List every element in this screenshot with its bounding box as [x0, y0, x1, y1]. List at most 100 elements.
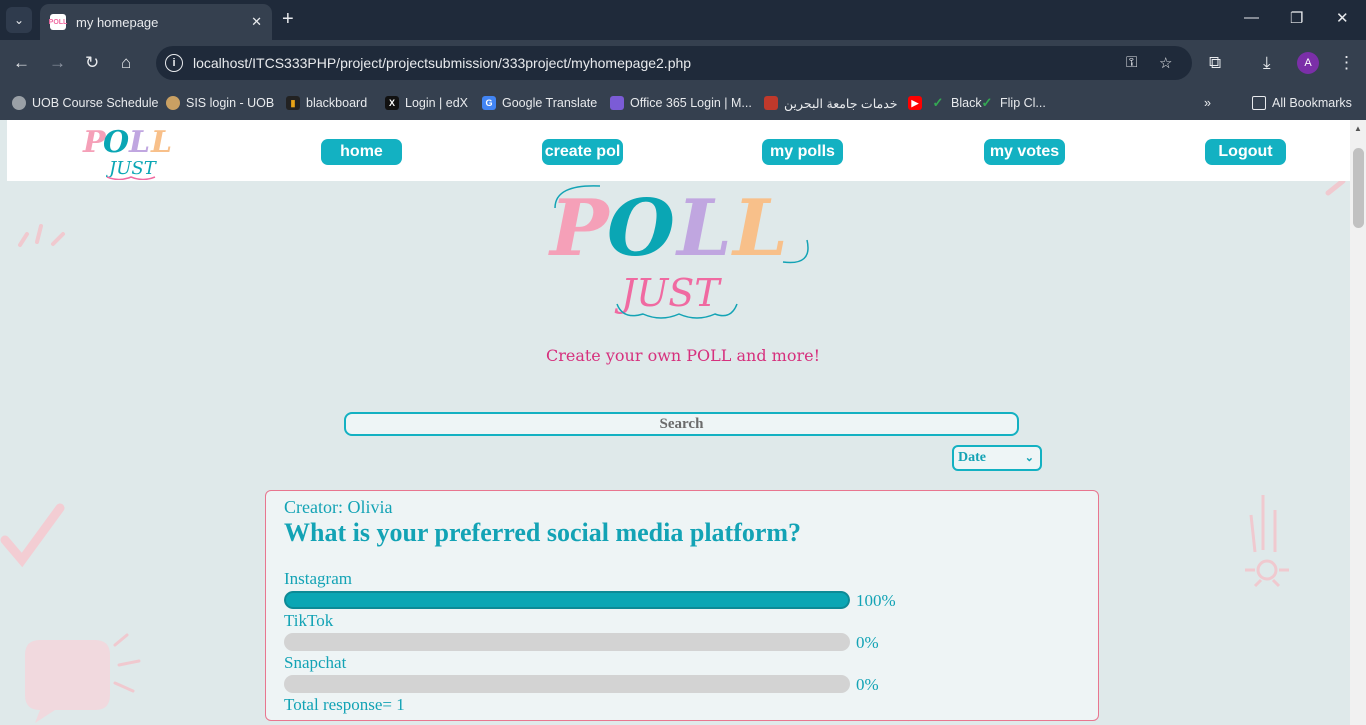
bookmark-blackboard[interactable]: ▮ blackboard: [286, 93, 367, 113]
svg-text:P: P: [548, 183, 611, 274]
svg-text:JUST: JUST: [614, 271, 722, 315]
poll-card[interactable]: Creator: Olivia What is your preferred s…: [265, 490, 1099, 721]
bookmark-label: UOB Course Schedule: [32, 96, 159, 110]
check-icon: ✓: [981, 95, 993, 110]
scroll-up-arrow-icon[interactable]: ▲: [1354, 124, 1362, 133]
option-label: TikTok: [284, 611, 334, 630]
option-bar[interactable]: [284, 633, 850, 651]
edx-icon: X: [385, 96, 399, 110]
page-scrollbar[interactable]: ▲: [1350, 120, 1366, 725]
bookmark-label: Black: [951, 96, 982, 110]
restore-icon[interactable]: ❐: [1290, 9, 1303, 27]
bookmark-flip[interactable]: ✓ Flip Cl...: [980, 93, 1046, 113]
option-bar[interactable]: [284, 675, 850, 693]
office-icon: [610, 96, 624, 110]
bookmark-label: Office 365 Login | M...: [630, 96, 752, 110]
extensions-icon[interactable]: ⧉: [1209, 53, 1221, 73]
all-bookmarks-button[interactable]: All Bookmarks: [1252, 93, 1352, 113]
total-responses: Total response= 1: [284, 695, 405, 714]
profile-avatar[interactable]: A: [1297, 52, 1319, 74]
sparkle-decoration-icon: [18, 224, 65, 247]
bookmark-edx[interactable]: X Login | edX: [385, 93, 468, 113]
option-label: Instagram: [284, 569, 352, 588]
reload-icon[interactable]: ↻: [85, 53, 99, 73]
nav-my-votes-button[interactable]: my votes: [984, 139, 1065, 165]
all-bookmarks-label: All Bookmarks: [1272, 96, 1352, 110]
nav-logout-button[interactable]: Logout: [1205, 139, 1286, 165]
tab-search-button[interactable]: ⌄: [6, 7, 32, 33]
sort-selected-value: Date: [958, 450, 986, 465]
nav-create-poll-button[interactable]: create pol: [542, 139, 623, 165]
option-percent: 0%: [856, 675, 879, 694]
key-icon[interactable]: ⚿: [1126, 54, 1137, 71]
bookmark-youtube[interactable]: ▶: [908, 93, 928, 113]
menu-icon[interactable]: ⋮: [1338, 53, 1355, 73]
option-bar-fill: [284, 591, 850, 609]
hero-logo: P O L L JUST: [548, 183, 809, 319]
bookmark-label: Flip Cl...: [1000, 96, 1046, 110]
translate-icon: G: [482, 96, 496, 110]
folder-icon: [1252, 96, 1266, 110]
bookmarks-bar: UOB Course Schedule SIS login - UOB ▮ bl…: [0, 86, 1366, 120]
active-tab[interactable]: POLL my homepage ✕: [40, 4, 272, 40]
back-arrow-icon[interactable]: ←: [13, 53, 30, 73]
chat-bubble-decoration-icon: [25, 633, 141, 723]
bookmark-label: Login | edX: [405, 96, 469, 110]
nav-my-polls-button[interactable]: my polls: [762, 139, 843, 165]
address-bar[interactable]: i localhost/ITCS333PHP/project/projectsu…: [156, 46, 1192, 80]
blackboard-icon: ▮: [286, 96, 300, 110]
checkmark-decoration-icon: [0, 503, 65, 568]
check-icon: ✓: [932, 95, 944, 110]
download-icon[interactable]: ⤓: [1263, 53, 1271, 73]
globe-icon: [12, 96, 26, 110]
star-icon[interactable]: ☆: [1159, 54, 1172, 72]
svg-text:O: O: [103, 125, 129, 160]
bookmark-google-translate[interactable]: G Google Translate: [482, 93, 597, 113]
hand-decoration-icon: [1245, 495, 1289, 588]
bookmark-label: blackboard: [306, 96, 368, 110]
bookmark-uob-services[interactable]: خدمات جامعة البحرين: [764, 93, 897, 113]
poll-just-logo[interactable]: P O L L JUST: [79, 122, 189, 180]
svg-text:L: L: [128, 125, 150, 160]
url-text[interactable]: localhost/ITCS333PHP/project/projectsubm…: [193, 55, 691, 71]
bookmark-label: Google Translate: [502, 96, 598, 110]
tab-title: my homepage: [76, 14, 159, 30]
poll-question: What is your preferred social media plat…: [284, 518, 802, 547]
uob-icon: [764, 96, 778, 110]
svg-text:JUST: JUST: [105, 158, 158, 179]
tagline: Create your own POLL and more!: [545, 346, 821, 365]
option-bar[interactable]: [284, 591, 850, 609]
forward-arrow-icon[interactable]: →: [49, 53, 66, 73]
svg-text:L: L: [150, 125, 172, 160]
bookmark-office-365[interactable]: Office 365 Login | M...: [610, 93, 752, 113]
minimize-icon[interactable]: —: [1244, 9, 1259, 26]
dot-decoration-icon: [1325, 178, 1346, 196]
option-percent: 0%: [856, 633, 879, 652]
chevron-down-icon: ⌄: [13, 13, 25, 27]
search-input[interactable]: Search: [344, 412, 1019, 436]
youtube-icon: ▶: [908, 96, 922, 110]
scroll-thumb[interactable]: [1353, 148, 1364, 228]
bookmark-black[interactable]: ✓ Black: [931, 93, 982, 113]
bookmark-label: SIS login - UOB: [186, 96, 275, 110]
bookmark-uob-course-schedule[interactable]: UOB Course Schedule: [12, 93, 158, 113]
sort-select[interactable]: Date ⌄: [952, 445, 1042, 471]
home-icon[interactable]: ⌂: [121, 53, 131, 73]
close-icon[interactable]: ✕: [251, 14, 262, 30]
nav-home-button[interactable]: home: [321, 139, 402, 165]
tab-strip: ⌄ POLL my homepage ✕ + — ❐ ✕: [0, 0, 1366, 40]
window-close-icon[interactable]: ✕: [1336, 9, 1349, 27]
svg-text:L: L: [675, 183, 732, 274]
svg-text:O: O: [607, 183, 675, 274]
svg-text:L: L: [731, 183, 788, 274]
option-percent: 100%: [856, 591, 896, 610]
site-navbar: P O L L JUST home create pol my polls my…: [7, 120, 1350, 181]
site-info-icon[interactable]: i: [165, 54, 183, 72]
bookmark-label: خدمات جامعة البحرين: [784, 96, 898, 111]
favicon-icon: POLL: [49, 14, 67, 30]
new-tab-icon[interactable]: +: [282, 8, 294, 31]
page-viewport: P O L L JUST home create pol my polls my…: [0, 120, 1350, 725]
bookmark-sis-login[interactable]: SIS login - UOB: [166, 93, 274, 113]
more-bookmarks-button[interactable]: »: [1204, 93, 1211, 113]
chevron-down-icon: ⌄: [1024, 452, 1034, 464]
